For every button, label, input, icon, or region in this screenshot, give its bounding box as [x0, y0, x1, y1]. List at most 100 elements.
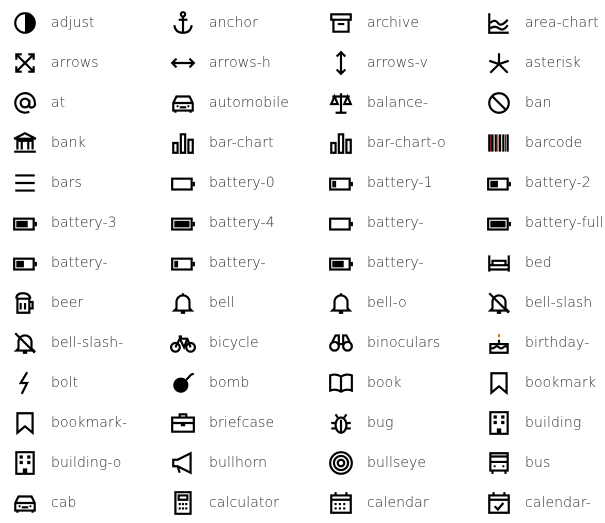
icon-label: battery-	[367, 255, 424, 271]
icon-item-bell[interactable]: bell	[158, 283, 316, 323]
icon-item-bell[interactable]: bell-o	[316, 283, 474, 323]
icon-label: area-chart	[525, 15, 599, 31]
icon-label: cab	[51, 495, 77, 511]
icon-item-bank[interactable]: bank	[0, 123, 158, 163]
icon-item-bars[interactable]: bars	[0, 163, 158, 203]
icon-label: building	[525, 415, 582, 431]
icon-label: archive	[367, 15, 420, 31]
icon-item-calculator[interactable]: calculator	[158, 483, 316, 523]
icon-item-asterisk[interactable]: asterisk	[474, 43, 605, 83]
adjust-icon	[12, 10, 38, 36]
icon-item-battery-0[interactable]: battery-	[316, 203, 474, 243]
icon-label: at	[51, 95, 66, 111]
bullhorn-icon	[170, 450, 196, 476]
icon-label: automobile	[209, 95, 289, 111]
icon-item-birthday-cake[interactable]: birthday-	[474, 323, 605, 363]
icon-item-battery-2[interactable]: battery-2	[474, 163, 605, 203]
birthday-cake-icon	[486, 330, 512, 356]
icon-label: calendar	[367, 495, 429, 511]
building-icon	[486, 410, 512, 436]
icon-item-adjust[interactable]: adjust	[0, 3, 158, 43]
icon-label: arrows-h	[209, 55, 271, 71]
icon-item-bed[interactable]: bed	[474, 243, 605, 283]
icon-item-arrows-v[interactable]: arrows-v	[316, 43, 474, 83]
icon-item-bell-slash[interactable]: bell-slash-	[0, 323, 158, 363]
icon-item-automobile[interactable]: cab	[0, 483, 158, 523]
icon-label: beer	[51, 295, 84, 311]
icon-label: bar-chart	[209, 135, 274, 151]
icon-item-bullseye[interactable]: bullseye	[316, 443, 474, 483]
icon-item-battery-1[interactable]: battery-	[158, 243, 316, 283]
icon-label: battery-	[209, 255, 266, 271]
icon-item-briefcase[interactable]: briefcase	[158, 403, 316, 443]
icon-label: battery-4	[209, 215, 275, 231]
icon-item-bookmark[interactable]: bookmark	[474, 363, 605, 403]
icon-item-beer[interactable]: beer	[0, 283, 158, 323]
automobile-icon	[12, 490, 38, 516]
icon-item-balance-scale[interactable]: balance-	[316, 83, 474, 123]
icon-item-bomb[interactable]: bomb	[158, 363, 316, 403]
icon-item-battery-1[interactable]: battery-1	[316, 163, 474, 203]
icon-label: battery-	[367, 215, 424, 231]
icon-item-battery-3[interactable]: battery-	[316, 243, 474, 283]
battery-4-icon	[170, 210, 196, 236]
icon-item-anchor[interactable]: anchor	[158, 3, 316, 43]
icon-label: arrows	[51, 55, 99, 71]
icon-item-battery-4[interactable]: battery-4	[158, 203, 316, 243]
area-chart-icon	[486, 10, 512, 36]
icon-item-bolt[interactable]: bolt	[0, 363, 158, 403]
icon-item-barcode[interactable]: barcode	[474, 123, 605, 163]
icon-item-automobile[interactable]: automobile	[158, 83, 316, 123]
icon-item-calendar-check[interactable]: calendar-	[474, 483, 605, 523]
icon-item-archive[interactable]: archive	[316, 3, 474, 43]
icon-item-arrows-h[interactable]: arrows-h	[158, 43, 316, 83]
icon-item-bell-slash[interactable]: bell-slash	[474, 283, 605, 323]
icon-label: calculator	[209, 495, 280, 511]
icon-label: bank	[51, 135, 86, 151]
bicycle-icon	[170, 330, 196, 356]
icon-item-battery-0[interactable]: battery-0	[158, 163, 316, 203]
icon-label: battery-1	[367, 175, 433, 191]
icon-item-bar-chart-o[interactable]: bar-chart-o	[316, 123, 474, 163]
icon-label: bus	[525, 455, 551, 471]
icon-item-building[interactable]: building-o	[0, 443, 158, 483]
icon-label: adjust	[51, 15, 95, 31]
icon-item-battery-2[interactable]: battery-	[0, 243, 158, 283]
icon-item-battery-4[interactable]: battery-full	[474, 203, 605, 243]
icon-item-bar-chart[interactable]: bar-chart	[158, 123, 316, 163]
battery-3-icon	[12, 210, 38, 236]
icon-label: bar-chart-o	[367, 135, 446, 151]
anchor-icon	[170, 10, 196, 36]
icon-label: bookmark	[525, 375, 597, 391]
bolt-icon	[12, 370, 38, 396]
bookmark-icon	[12, 410, 38, 436]
icon-label: bell-slash-	[51, 335, 124, 351]
icon-item-bullhorn[interactable]: bullhorn	[158, 443, 316, 483]
icon-item-ban[interactable]: ban	[474, 83, 605, 123]
icon-item-bus[interactable]: bus	[474, 443, 605, 483]
icon-item-battery-3[interactable]: battery-3	[0, 203, 158, 243]
icon-item-book[interactable]: book	[316, 363, 474, 403]
barcode-icon	[486, 130, 512, 156]
icon-item-calendar[interactable]: calendar	[316, 483, 474, 523]
bell-slash-icon	[12, 330, 38, 356]
icon-label: bolt	[51, 375, 79, 391]
icon-item-area-chart[interactable]: area-chart	[474, 3, 605, 43]
icon-label: bell	[209, 295, 235, 311]
icon-label: battery-	[51, 255, 108, 271]
bullseye-icon	[328, 450, 354, 476]
bomb-icon	[170, 370, 196, 396]
icon-item-at[interactable]: at	[0, 83, 158, 123]
bell-slash-icon	[486, 290, 512, 316]
icon-item-binoculars[interactable]: binoculars	[316, 323, 474, 363]
icon-item-bug[interactable]: bug	[316, 403, 474, 443]
icon-label: bullseye	[367, 455, 427, 471]
icon-item-arrows[interactable]: arrows	[0, 43, 158, 83]
icon-item-bookmark[interactable]: bookmark-	[0, 403, 158, 443]
icon-item-bicycle[interactable]: bicycle	[158, 323, 316, 363]
icon-label: asterisk	[525, 55, 581, 71]
icon-label: balance-	[367, 95, 428, 111]
icon-label: bell-slash	[525, 295, 593, 311]
icon-item-building[interactable]: building	[474, 403, 605, 443]
bed-icon	[486, 250, 512, 276]
